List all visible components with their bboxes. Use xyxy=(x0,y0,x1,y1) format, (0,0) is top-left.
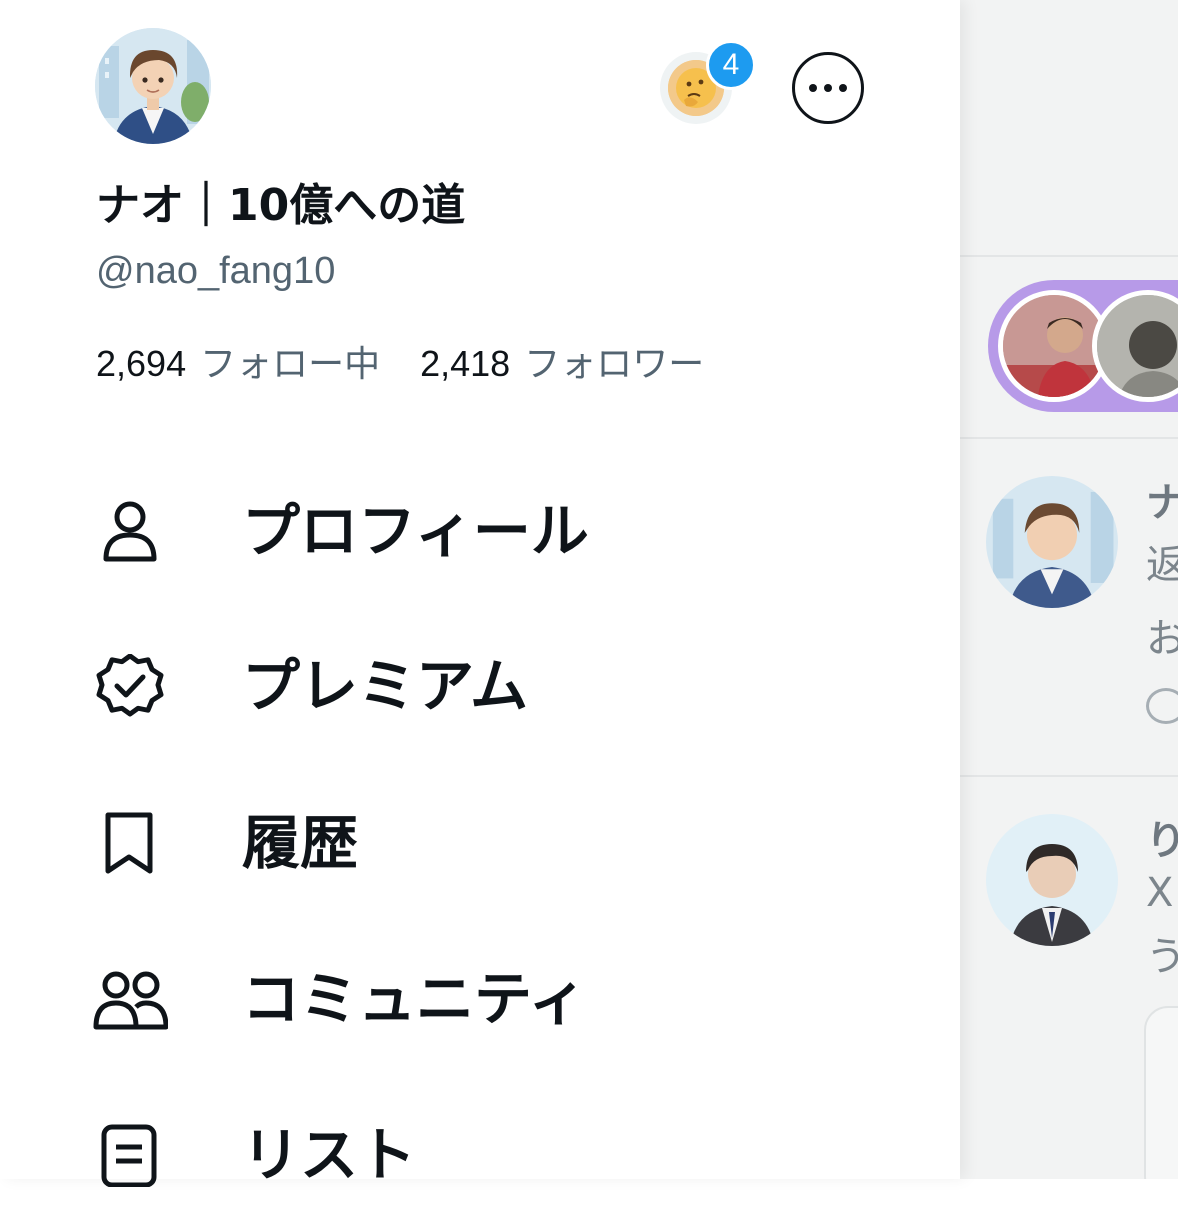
following-label: フォロー中 xyxy=(200,344,381,385)
dot xyxy=(809,84,817,92)
followers-link[interactable]: 2,418 フォロワー xyxy=(420,343,705,385)
menu-label: リスト xyxy=(242,1121,417,1189)
followers-label: フォロワー xyxy=(524,344,705,385)
follow-stats: 2,694 フォロー中 2,418 フォロワー xyxy=(96,340,704,389)
people-icon xyxy=(93,971,168,1030)
side-drawer: 4 ナオ｜10億への道 @nao_fang10 2,694 フォロー中 2,418 フ… xyxy=(0,0,960,1189)
post-text: お xyxy=(1146,616,1178,662)
more-options-button[interactable] xyxy=(792,52,864,124)
menu-item-communities[interactable]: コミュニティ xyxy=(0,942,900,1052)
post-author: ナ xyxy=(1146,480,1178,526)
divider xyxy=(960,437,1178,439)
menu-label: プレミアム xyxy=(242,652,528,720)
followers-count: 2,418 xyxy=(420,343,511,384)
notification-count-badge: 4 xyxy=(706,40,756,90)
following-link[interactable]: 2,694 フォロー中 xyxy=(96,343,381,385)
post-author: り xyxy=(1146,818,1178,864)
bookmark-icon xyxy=(105,812,153,874)
dot xyxy=(824,84,832,92)
dot xyxy=(839,84,847,92)
post-meta: 返 xyxy=(1146,542,1178,588)
menu-label: 履歴 xyxy=(242,809,359,877)
display-name: ナオ｜10億への道 xyxy=(96,180,466,231)
menu-label: コミュニティ xyxy=(242,965,587,1033)
menu-item-profile[interactable]: プロフィール xyxy=(0,474,900,584)
post-avatar[interactable] xyxy=(986,814,1118,946)
post-avatar[interactable] xyxy=(986,476,1118,608)
post-text: X xyxy=(1146,870,1174,916)
user-handle: @nao_fang10 xyxy=(96,250,336,292)
following-count: 2,694 xyxy=(96,343,187,384)
profile-avatar[interactable] xyxy=(95,28,211,144)
post-text: う xyxy=(1146,934,1178,980)
verified-badge-icon xyxy=(96,654,164,717)
list-icon xyxy=(101,1124,157,1187)
link-card[interactable] xyxy=(1144,1006,1178,1179)
background-timeline: ナ 返 お り X う xyxy=(960,0,1178,1179)
menu-item-lists[interactable]: リスト xyxy=(0,1098,900,1208)
divider xyxy=(960,255,1178,257)
menu-item-history[interactable]: 履歴 xyxy=(0,786,900,896)
menu-label: プロフィール xyxy=(242,497,589,565)
reply-icon[interactable] xyxy=(1146,688,1178,724)
divider xyxy=(960,775,1178,777)
menu-item-premium[interactable]: プレミアム xyxy=(0,629,900,739)
person-icon xyxy=(103,501,157,562)
